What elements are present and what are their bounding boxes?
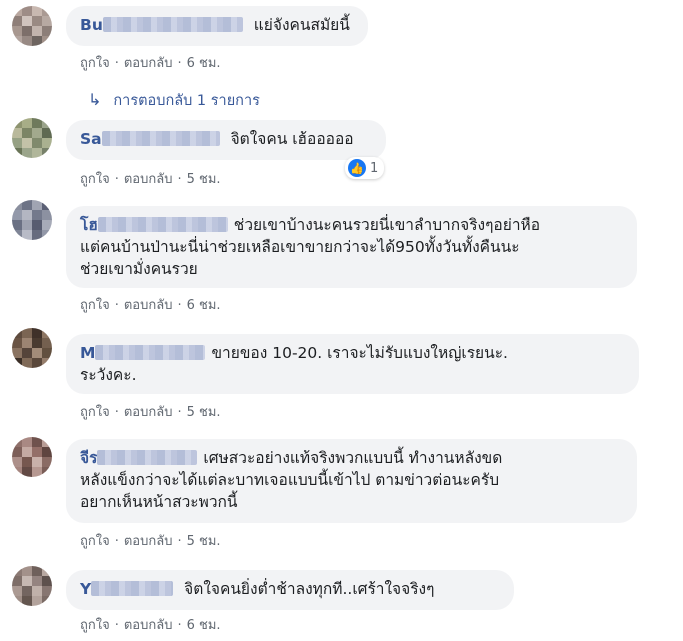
author-name[interactable]: M	[80, 344, 211, 362]
reply-link[interactable]: ตอบกลับ	[124, 172, 173, 187]
like-link[interactable]: ถูกใจ	[80, 172, 110, 187]
comment-line-2: แต่คนบ้านป่านะนี่น่าช่วยเหลือเขาขายกว่าจ…	[80, 238, 520, 256]
reaction-badge[interactable]: 👍 1	[345, 157, 385, 179]
author-name[interactable]: โฮ	[80, 216, 234, 234]
comment-line-3: ช่วยเขามั่งคนรวย	[80, 260, 198, 278]
comment-bubble: M ขายของ 10-20. เราจะไม่รับแบงใหญ่เรยนะ. …	[66, 334, 639, 394]
timestamp[interactable]: 6 ชม.	[187, 56, 221, 71]
comment-bubble: Y จิตใจคนยิ่งต่ำช้าลงทุกที..เศร้าใจจริงๆ	[66, 570, 514, 610]
comment-bubble: โฮ ช่วยเขาบ้างนะคนรวยนี่เขาลำบากจริงๆอย่า…	[66, 206, 637, 288]
comment-bubble: Sa จิตใจคน เฮ้อออออ	[66, 120, 386, 160]
comment-meta: ถูกใจ · ตอบกลับ · 5 ชม.	[80, 172, 221, 187]
comment-text: จิตใจคน เฮ้อออออ	[230, 130, 354, 148]
reply-link[interactable]: ตอบกลับ	[124, 618, 173, 633]
comment-line-2: ระวังคะ.	[80, 366, 137, 384]
avatar[interactable]	[12, 566, 52, 606]
timestamp[interactable]: 5 ชม.	[187, 405, 221, 420]
avatar[interactable]	[12, 437, 52, 477]
reply-link[interactable]: ตอบกลับ	[124, 298, 173, 313]
view-replies-link[interactable]: ↳ การตอบกลับ 1 รายการ	[88, 89, 260, 112]
reply-link[interactable]: ตอบกลับ	[124, 534, 173, 549]
comment-line-1: โฮ ช่วยเขาบ้างนะคนรวยนี่เขาลำบากจริงๆอย่า…	[80, 216, 541, 234]
author-name[interactable]: Bu	[80, 16, 249, 34]
avatar[interactable]	[12, 328, 52, 368]
like-link[interactable]: ถูกใจ	[80, 618, 110, 633]
reply-arrow-icon: ↳	[88, 90, 102, 109]
comment-bubble: จีร เศษสวะอย่างแท้จริงพวกแบบนี้ ทำงานหลัง…	[66, 439, 637, 523]
comment-text: จิตใจคนยิ่งต่ำช้าลงทุกที..เศร้าใจจริงๆ	[184, 580, 435, 598]
timestamp[interactable]: 5 ชม.	[187, 172, 221, 187]
timestamp[interactable]: 5 ชม.	[187, 534, 221, 549]
avatar[interactable]	[12, 200, 52, 240]
comment-line-1: M ขายของ 10-20. เราจะไม่รับแบงใหญ่เรยนะ.	[80, 344, 508, 362]
author-name[interactable]: จีร	[80, 449, 203, 467]
like-link[interactable]: ถูกใจ	[80, 298, 110, 313]
like-link[interactable]: ถูกใจ	[80, 405, 110, 420]
reply-link[interactable]: ตอบกลับ	[124, 56, 173, 71]
like-icon: 👍	[348, 159, 366, 177]
comment-bubble: Bu แย่จังคนสมัยนี้	[66, 6, 368, 46]
comment-meta: ถูกใจ · ตอบกลับ · 5 ชม.	[80, 534, 221, 549]
like-link[interactable]: ถูกใจ	[80, 534, 110, 549]
comment-line-3: อยากเห็นหน้าสวะพวกนี้	[80, 493, 238, 511]
reply-link[interactable]: ตอบกลับ	[124, 405, 173, 420]
author-name[interactable]: Y	[80, 580, 179, 598]
comment-meta: ถูกใจ · ตอบกลับ · 6 ชม.	[80, 618, 221, 633]
avatar[interactable]	[12, 6, 52, 46]
comment-text: แย่จังคนสมัยนี้	[253, 16, 350, 34]
comment-meta: ถูกใจ · ตอบกลับ · 5 ชม.	[80, 405, 221, 420]
comment-line-2: หลังแข็งกว่าจะได้แต่ละบาทเจอแบบนี้เข้าไป…	[80, 471, 500, 489]
comment-line-1: จีร เศษสวะอย่างแท้จริงพวกแบบนี้ ทำงานหลัง…	[80, 449, 503, 467]
reaction-count: 1	[370, 160, 379, 176]
timestamp[interactable]: 6 ชม.	[187, 618, 221, 633]
author-name[interactable]: Sa	[80, 130, 226, 148]
comment-meta: ถูกใจ · ตอบกลับ · 6 ชม.	[80, 56, 221, 71]
like-link[interactable]: ถูกใจ	[80, 56, 110, 71]
comment-meta: ถูกใจ · ตอบกลับ · 6 ชม.	[80, 298, 221, 313]
timestamp[interactable]: 6 ชม.	[187, 298, 221, 313]
avatar[interactable]	[12, 118, 52, 158]
